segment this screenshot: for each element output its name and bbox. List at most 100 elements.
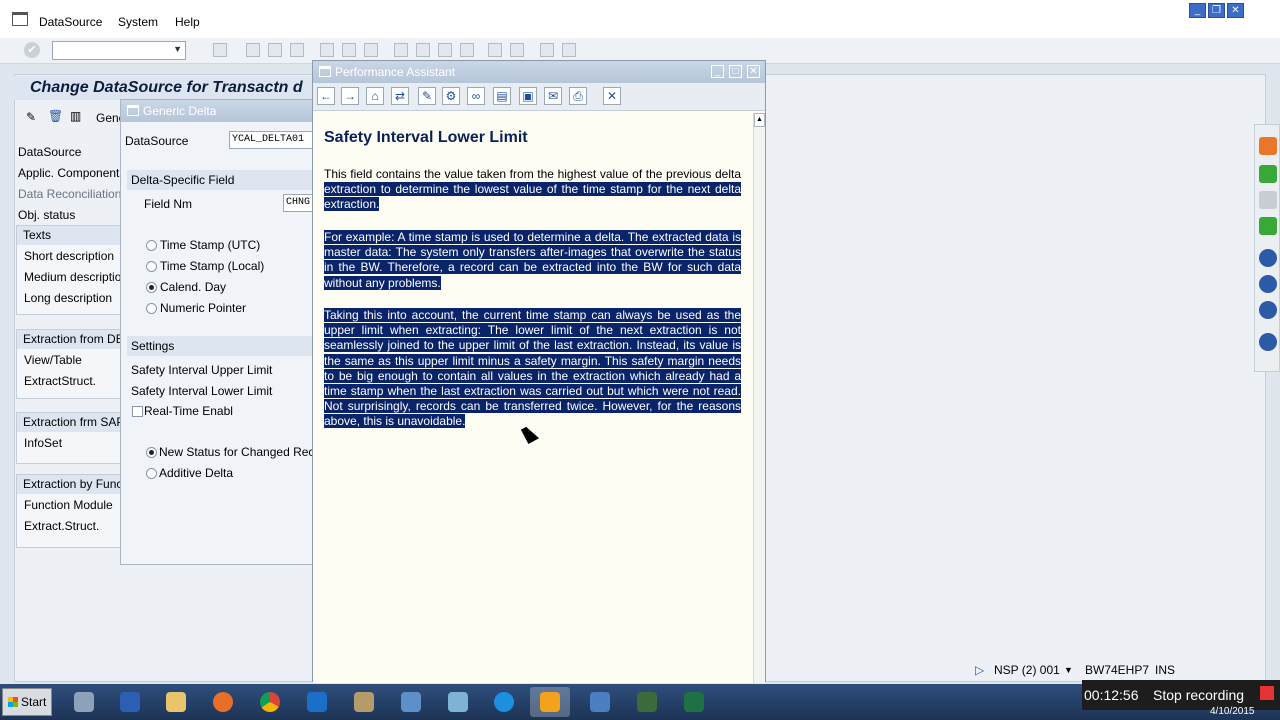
menu-icon[interactable] [12,12,28,26]
label-extract-struct: Extract.Struct. [24,519,100,533]
radio-calend-day[interactable] [146,282,157,293]
edit-icon[interactable]: ✎ [26,110,36,124]
taskbar-tools[interactable] [344,687,384,717]
stop-icon[interactable] [1260,686,1274,700]
realtime-checkbox[interactable] [132,406,143,417]
back-arrow-icon[interactable]: ← [317,87,335,105]
microphone-icon[interactable] [1259,165,1277,183]
help-icon[interactable] [540,43,554,57]
label-time-stamp-local: Time Stamp (Local) [160,259,265,273]
menu-datasource[interactable]: DataSource [39,15,102,29]
command-field[interactable]: ▼ [52,41,186,60]
pointer-icon[interactable] [1259,275,1277,293]
restore-icon[interactable]: ❐ [1208,3,1225,18]
window-icon [319,66,331,77]
pa-scrollbar[interactable]: ▲ [753,113,765,683]
menu-help[interactable]: Help [175,15,200,29]
pen-icon[interactable] [1259,333,1277,351]
delete-icon[interactable]: 🗑 [48,109,63,123]
status-dropdown-icon[interactable]: ▼ [1064,665,1073,675]
stop-recording-button[interactable]: Stop recording [1153,687,1244,703]
next-page-icon[interactable] [438,43,452,57]
gd-datasource-field[interactable]: YCAL_DELTA01 [229,131,317,149]
pa-close-icon[interactable]: ✕ [747,65,760,78]
save-icon[interactable] [213,43,227,57]
taskbar-terminal[interactable] [627,687,667,717]
window-icon[interactable]: ▣ [519,87,537,105]
last-page-icon[interactable] [460,43,474,57]
menu-system[interactable]: System [118,15,158,29]
texts-header: Texts [17,226,123,245]
label-infoset: InfoSet [24,436,63,450]
taskbar-powershell[interactable] [110,687,150,717]
taskbar-sap-logon[interactable] [297,687,337,717]
side-panel [1254,124,1280,372]
note-icon[interactable]: ✉ [544,87,562,105]
scroll-up-icon[interactable]: ▲ [754,113,765,127]
play-icon[interactable]: ▷ [975,663,984,677]
layout-icon[interactable] [562,43,576,57]
label-extractstruct: ExtractStruct. [24,374,97,388]
radio-time-stamp-utc[interactable] [146,240,157,251]
chevron-down-icon[interactable]: ▼ [173,44,182,54]
camera-icon[interactable] [1259,191,1277,209]
taskbar-explorer[interactable] [156,687,196,717]
print-icon[interactable] [320,43,334,57]
start-button[interactable]: Start [2,688,52,716]
back-icon[interactable] [246,43,260,57]
taskbar-server-manager[interactable] [64,687,104,717]
close-icon[interactable]: ✕ [603,87,621,105]
shortcut-icon[interactable] [510,43,524,57]
taskbar-excel[interactable] [674,687,714,717]
forward-arrow-icon[interactable]: → [341,87,359,105]
radio-additive-delta[interactable] [146,468,157,479]
pa-toolbar: ← → ⌂ ⇄ ✎ ⚙ ∞ ▤ ▣ ✉ ⎙ ✕ [313,83,765,111]
back-side-icon[interactable] [1259,137,1277,155]
pa-title-bar[interactable]: Performance Assistant _ □ ✕ [313,61,765,83]
taskbar-firefox[interactable] [203,687,243,717]
new-session-icon[interactable] [488,43,502,57]
find-icon[interactable] [342,43,356,57]
taskbar-tool-arrows[interactable] [580,687,620,717]
menu-bar: DataSource System Help _ ❐ ✕ [0,0,1280,38]
label-data-reconciliation: Data Reconciliation [18,187,122,201]
print-icon[interactable]: ⎙ [569,87,587,105]
taskbar-network[interactable] [391,687,431,717]
first-page-icon[interactable] [394,43,408,57]
field-nm-label: Field Nm [144,197,193,211]
radio-new-status[interactable] [146,447,157,458]
cancel-icon[interactable] [290,43,304,57]
enter-icon[interactable]: ✔ [24,42,40,58]
radio-numeric-pointer[interactable] [146,303,157,314]
page-title-bar: Change DataSource for Transactn d [14,76,314,100]
generic-delta-title-bar[interactable]: Generic Delta [121,100,315,122]
home-icon[interactable]: ⌂ [366,87,384,105]
link-icon[interactable]: ∞ [467,87,485,105]
taskbar-chrome[interactable] [250,687,290,717]
prev-page-icon[interactable] [416,43,430,57]
pause-icon[interactable] [1259,249,1277,267]
radio-time-stamp-local[interactable] [146,261,157,272]
taskbar-sap-gui-active[interactable] [530,687,570,717]
edit-icon[interactable]: ✎ [418,87,436,105]
book-icon[interactable]: ▤ [493,87,511,105]
screen-icon[interactable] [1259,217,1277,235]
pa-maximize-icon[interactable]: □ [729,65,742,78]
performance-assistant-window: Performance Assistant _ □ ✕ ← → ⌂ ⇄ ✎ ⚙ … [312,60,766,683]
exit-icon[interactable] [268,43,282,57]
pa-content: Safety Interval Lower Limit This field c… [313,113,753,683]
navigate-icon[interactable]: ⇄ [391,87,409,105]
minimize-icon[interactable]: _ [1189,3,1206,18]
capture-icon[interactable] [1259,301,1277,319]
window-icon [127,105,139,116]
taskbar-notes[interactable] [438,687,478,717]
close-icon[interactable]: ✕ [1227,3,1244,18]
columns-icon[interactable]: ▥ [70,109,81,123]
taskbar-ie[interactable] [484,687,524,717]
pa-title: Performance Assistant [335,65,456,79]
label-long-description: Long description [24,291,113,305]
label-new-status: New Status for Changed Reco [159,445,322,459]
settings-icon[interactable]: ⚙ [442,87,460,105]
find-next-icon[interactable] [364,43,378,57]
pa-minimize-icon[interactable]: _ [711,65,724,78]
